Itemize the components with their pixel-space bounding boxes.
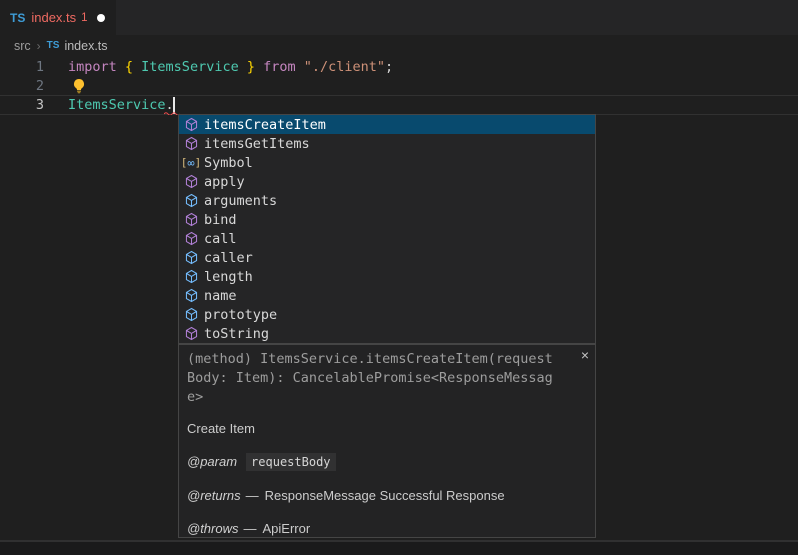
suggestion-item[interactable]: [∞] length (179, 267, 595, 286)
returns-text: ResponseMessage Successful Response (265, 488, 505, 504)
code-text[interactable]: ItemsService. (68, 96, 174, 115)
param-code-chip: requestBody (246, 453, 335, 471)
symbol-kind-icon (183, 269, 199, 285)
bottom-panel (0, 542, 798, 555)
suggestion-item[interactable]: [∞] toString (179, 324, 595, 343)
suggestion-label: length (204, 269, 253, 285)
throws-text: ApiError (263, 521, 311, 537)
suggestion-item[interactable]: [∞] itemsGetItems (179, 134, 595, 153)
symbol-kind-icon (183, 136, 199, 152)
suggestion-item[interactable]: [∞] prototype (179, 305, 595, 324)
suggestion-item[interactable]: [∞] apply (179, 172, 595, 191)
suggestion-item[interactable]: [∞] bind (179, 210, 595, 229)
suggestion-label: itemsCreateItem (204, 117, 326, 133)
returns-tag: @returns (187, 488, 241, 504)
close-icon[interactable]: × (581, 348, 589, 362)
suggestion-label: itemsGetItems (204, 136, 310, 152)
suggestion-label: call (204, 231, 237, 247)
code-line[interactable]: 2 (0, 77, 798, 96)
doc-description: Create Item (187, 421, 587, 436)
suggestion-item[interactable]: [∞] name (179, 286, 595, 305)
symbol-variable-icon: [∞] (183, 155, 199, 171)
suggestion-list[interactable]: [∞] itemsCreateItem [∞] itemsGetItems [∞… (178, 114, 596, 344)
suggestion-label: apply (204, 174, 245, 190)
symbol-kind-icon (183, 307, 199, 323)
doc-throws-row: @throws — ApiError (187, 521, 587, 537)
suggest-widget: [∞] itemsCreateItem [∞] itemsGetItems [∞… (178, 114, 596, 344)
suggestion-label: prototype (204, 307, 277, 323)
throws-tag: @throws (187, 521, 239, 537)
symbol-kind-icon (183, 250, 199, 266)
suggestion-label: Symbol (204, 155, 253, 171)
suggestion-label: toString (204, 326, 269, 342)
suggestion-label: bind (204, 212, 237, 228)
breadcrumb-item-src[interactable]: src (14, 39, 31, 53)
symbol-kind-icon (183, 212, 199, 228)
lightbulb-icon[interactable] (71, 78, 87, 94)
vscode-window: TS index.ts 1 src › TS index.ts 1 import… (0, 0, 798, 555)
symbol-kind-icon (183, 326, 199, 342)
suggestion-item[interactable]: [∞] itemsCreateItem (179, 115, 595, 134)
suggestion-item[interactable]: [∞] Symbol (179, 153, 595, 172)
typescript-file-icon: TS (10, 11, 25, 25)
code-line[interactable]: 3 ItemsService. (0, 96, 798, 115)
param-tag: @param (187, 454, 237, 470)
suggestion-label: caller (204, 250, 253, 266)
suggestion-item[interactable]: [∞] caller (179, 248, 595, 267)
symbol-kind-icon (183, 193, 199, 209)
dash-separator: — (244, 521, 257, 537)
suggestion-item[interactable]: [∞] call (179, 229, 595, 248)
suggest-docs-panel: × (method) ItemsService.itemsCreateItem(… (178, 344, 596, 538)
dash-separator: — (246, 488, 259, 504)
line-number: 2 (0, 77, 44, 96)
symbol-kind-icon (183, 174, 199, 190)
unsaved-dot-icon[interactable] (97, 14, 105, 22)
method-signature: (method) ItemsService.itemsCreateItem(re… (187, 350, 554, 407)
suggestion-item[interactable]: [∞] arguments (179, 191, 595, 210)
symbol-kind-icon (183, 288, 199, 304)
code-text[interactable]: import { ItemsService } from "./client"; (68, 58, 393, 77)
doc-param-row: @param requestBody (187, 453, 587, 471)
symbol-kind-icon (183, 117, 199, 133)
tab-title: index.ts (31, 10, 76, 25)
doc-returns-row: @returns — ResponseMessage Successful Re… (187, 488, 587, 504)
line-number: 1 (0, 58, 44, 77)
chevron-right-icon: › (37, 39, 41, 53)
suggestion-label: arguments (204, 193, 277, 209)
tab-index-ts[interactable]: TS index.ts 1 (0, 0, 116, 35)
suggestion-label: name (204, 288, 237, 304)
symbol-kind-icon (183, 231, 199, 247)
problems-count-badge: 1 (81, 12, 87, 24)
tab-bar: TS index.ts 1 (0, 0, 798, 35)
code-line[interactable]: 1 import { ItemsService } from "./client… (0, 58, 798, 77)
breadcrumb: src › TS index.ts (0, 35, 798, 56)
breadcrumb-item-file[interactable]: index.ts (64, 39, 107, 53)
typescript-file-icon: TS (47, 40, 60, 51)
line-number: 3 (0, 96, 44, 115)
